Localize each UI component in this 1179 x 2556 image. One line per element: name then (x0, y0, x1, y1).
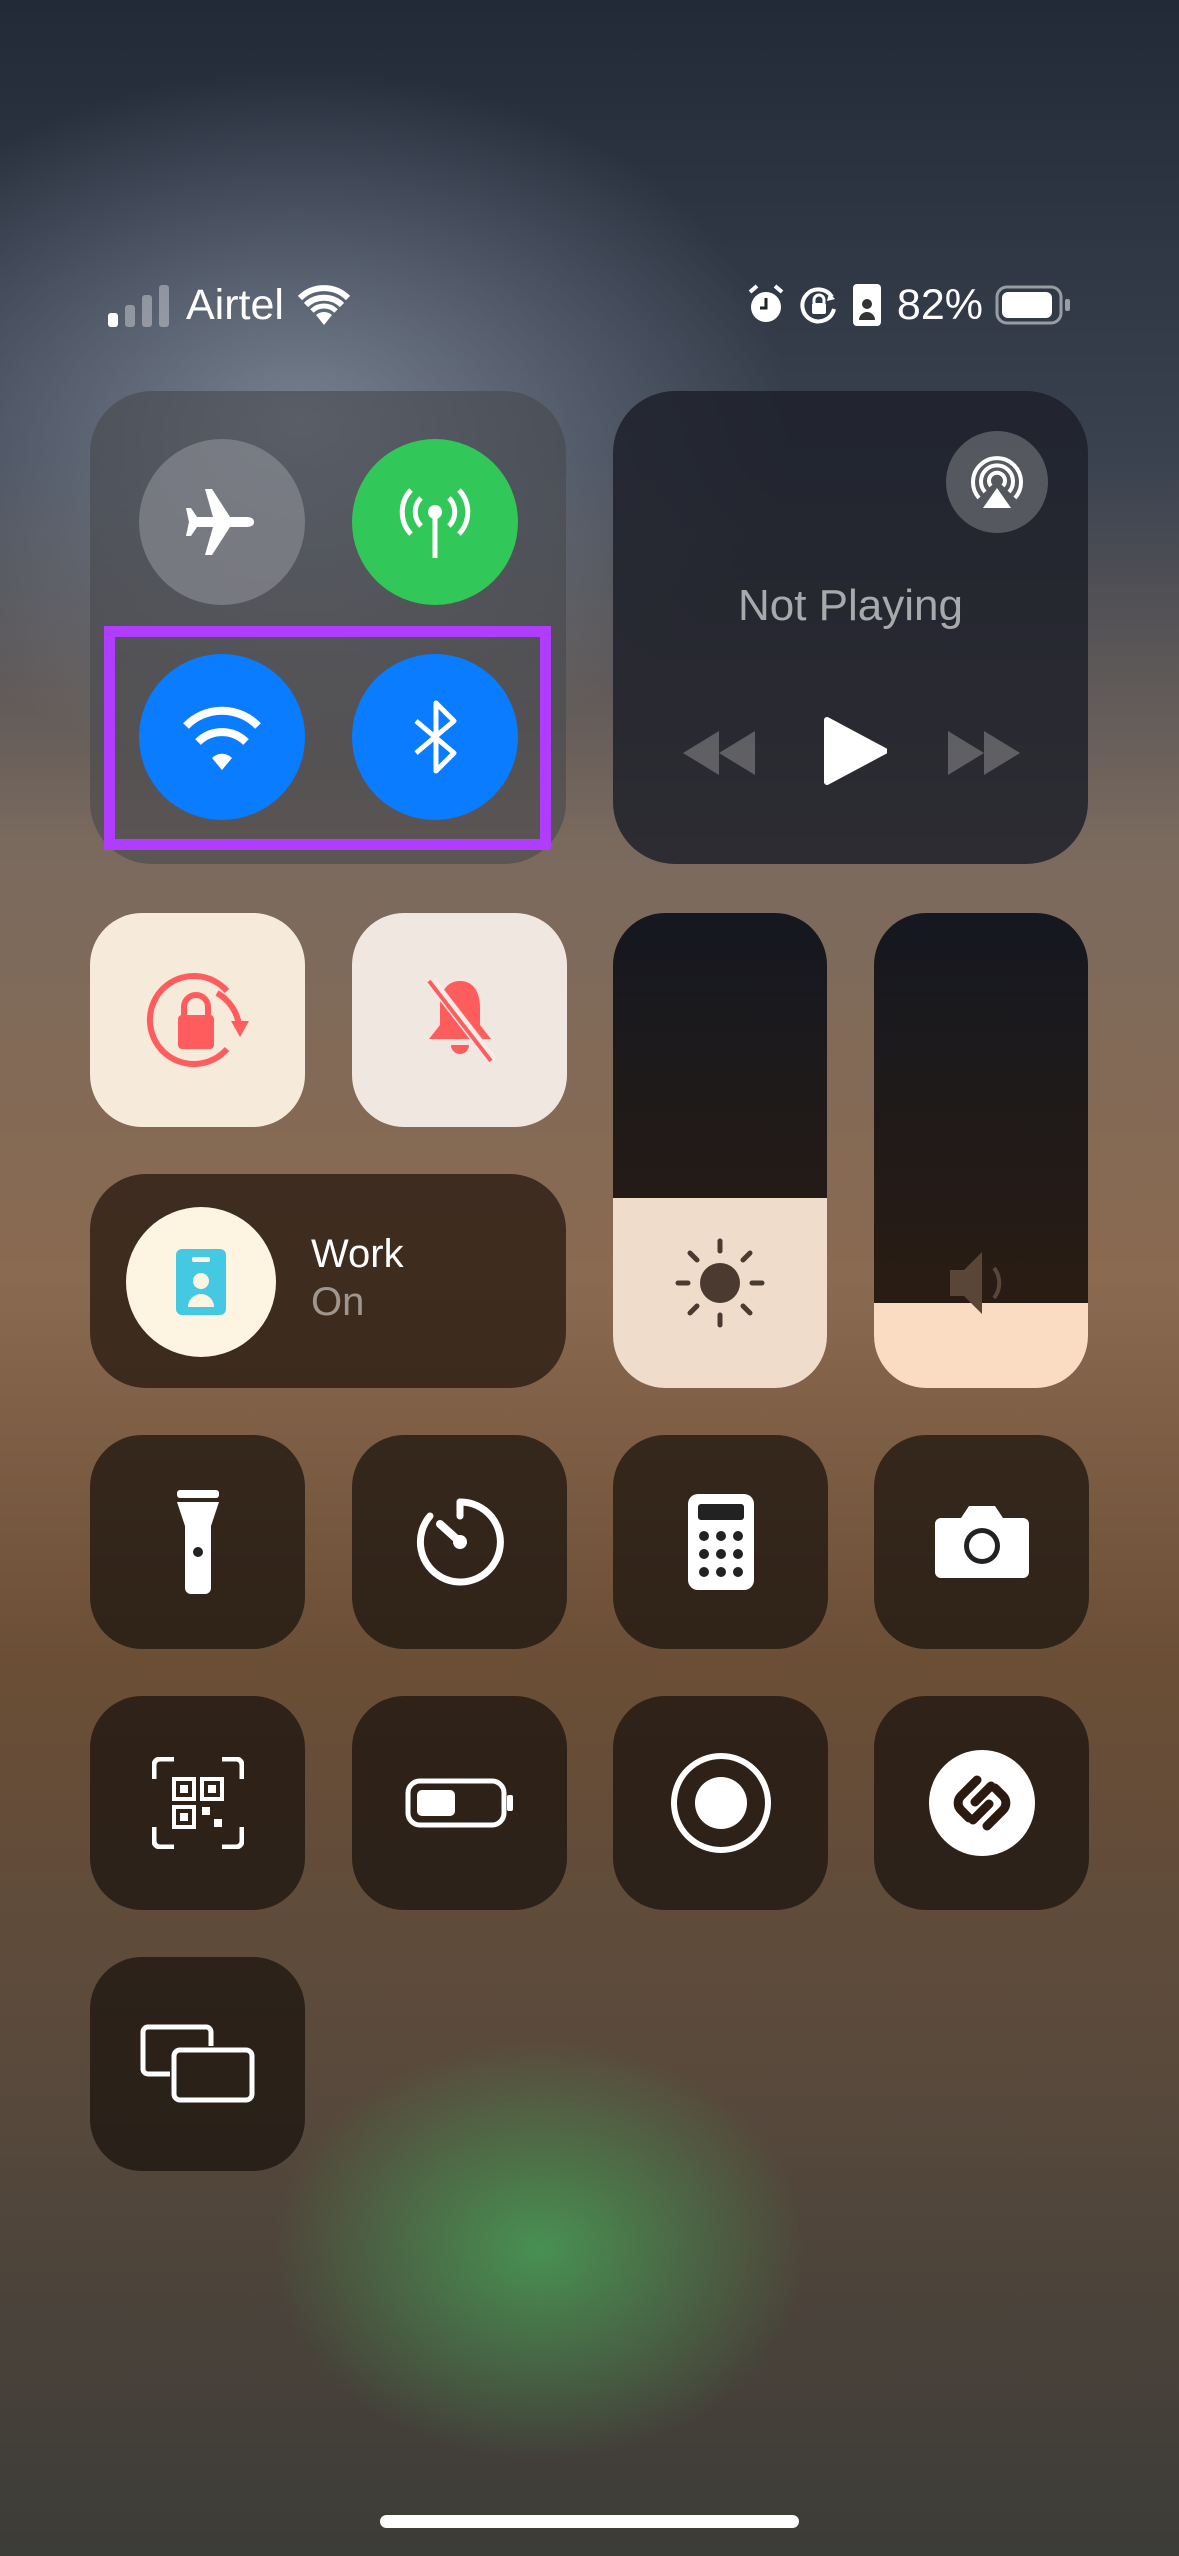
focus-icon-circle (126, 1207, 276, 1357)
shazam-icon (928, 1750, 1035, 1856)
camera-button[interactable] (874, 1435, 1089, 1649)
camera-icon (934, 1506, 1029, 1578)
calculator-icon (687, 1494, 754, 1590)
focus-state: On (311, 1280, 365, 1324)
flashlight-icon (176, 1490, 219, 1594)
highlight-box (104, 626, 551, 850)
carrier-name: Airtel (186, 280, 284, 329)
rotation-lock-button[interactable] (90, 913, 305, 1127)
airplay-button[interactable] (946, 431, 1048, 533)
low-power-mode-button[interactable] (352, 1696, 567, 1910)
speaker-icon (950, 1252, 1002, 1314)
signal-icon (108, 285, 169, 327)
focus-work-button[interactable]: Work On (90, 1174, 566, 1388)
now-playing-title: Not Playing (737, 581, 963, 630)
airplane-icon (186, 489, 254, 555)
airplane-mode-button[interactable] (139, 439, 305, 605)
battery-icon (405, 1778, 513, 1828)
battery-icon (995, 285, 1070, 325)
id-badge-icon (176, 1249, 226, 1315)
play-button[interactable] (823, 716, 887, 786)
qr-code-icon (151, 1757, 244, 1849)
status-bar-right: 82% (747, 270, 1071, 340)
silent-mode-button[interactable] (352, 913, 567, 1127)
home-indicator[interactable] (380, 2515, 799, 2528)
sun-icon (675, 1238, 765, 1328)
fast-forward-button[interactable] (946, 731, 1022, 775)
qr-scanner-button[interactable] (90, 1696, 305, 1910)
volume-slider[interactable] (874, 913, 1088, 1388)
screen-recording-button[interactable] (613, 1696, 828, 1910)
battery-percent: 82% (896, 280, 983, 329)
focus-work-icon (852, 284, 881, 326)
bell-slash-icon (426, 977, 497, 1065)
calculator-button[interactable] (613, 1435, 828, 1649)
timer-button[interactable] (352, 1435, 567, 1649)
record-icon (670, 1753, 771, 1853)
flashlight-button[interactable] (90, 1435, 305, 1649)
status-bar-left: Airtel (108, 270, 350, 340)
brightness-slider[interactable] (613, 913, 827, 1388)
alarm-icon (748, 284, 784, 322)
rotation-lock-icon (800, 287, 836, 324)
screen-mirroring-button[interactable] (90, 1957, 305, 2171)
shazam-button[interactable] (874, 1696, 1089, 1910)
screen-mirroring-icon (140, 2024, 254, 2103)
focus-name: Work (311, 1232, 404, 1276)
rotation-lock-icon (146, 973, 249, 1067)
rewind-button[interactable] (681, 731, 757, 775)
cellular-data-button[interactable] (352, 439, 518, 605)
connectivity-panel (90, 391, 566, 864)
antenna-icon (399, 488, 471, 558)
airplay-icon (971, 456, 1023, 508)
wifi-icon (297, 285, 350, 325)
now-playing-panel: Not Playing (613, 391, 1088, 864)
timer-icon (416, 1498, 504, 1586)
